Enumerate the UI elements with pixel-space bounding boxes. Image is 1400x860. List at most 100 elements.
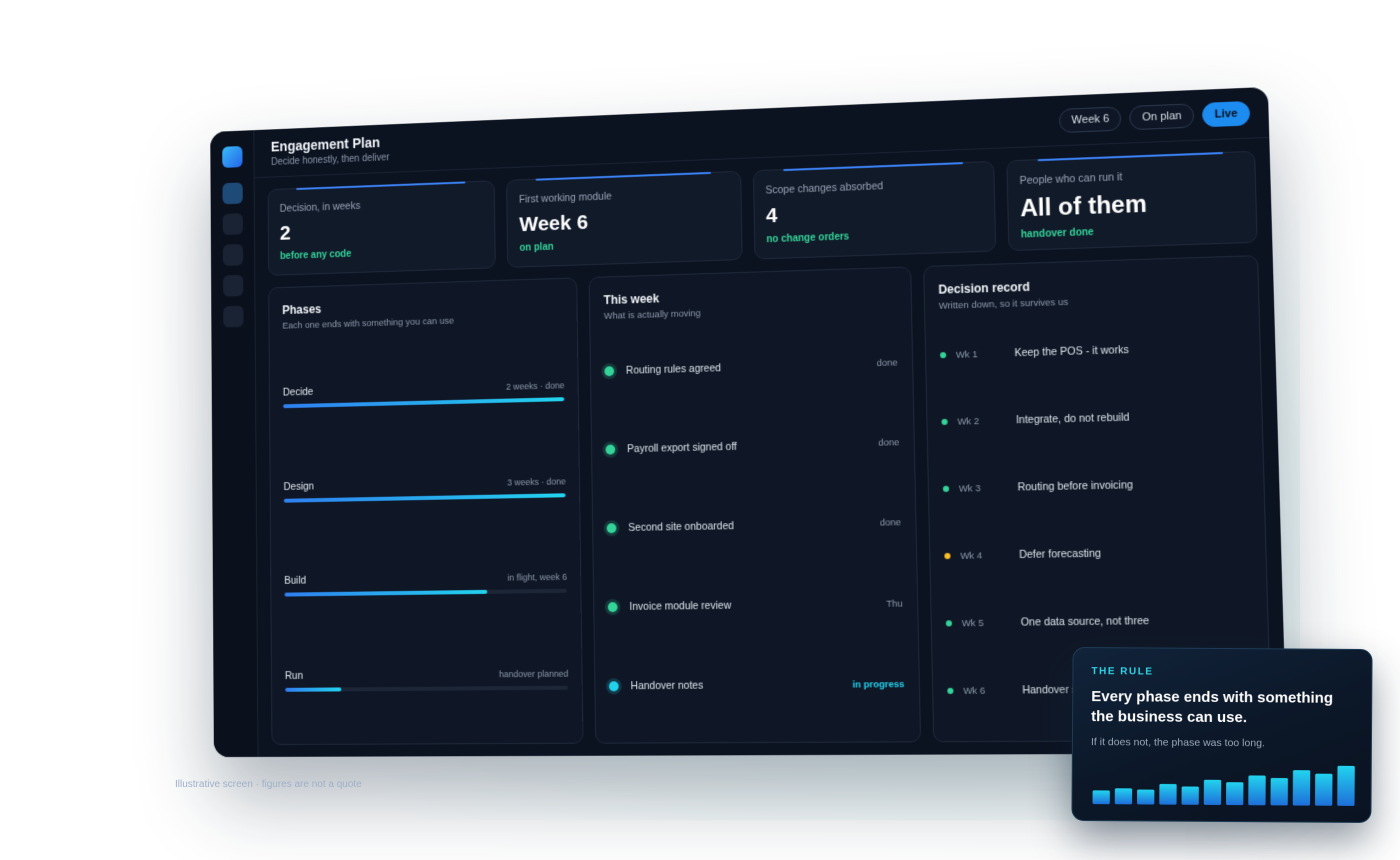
nav-item-2-icon[interactable] <box>222 213 243 236</box>
decision-text: Defer forecasting <box>1018 547 1102 562</box>
status-dot-icon <box>941 418 948 426</box>
list-item[interactable]: Wk 4 Defer forecasting <box>944 545 1251 562</box>
status-dot-icon <box>946 687 954 695</box>
stat-card-first-module: First working module Week 6 on plan <box>506 170 743 268</box>
phase-name: Design <box>283 480 315 493</box>
app-logo-icon[interactable] <box>221 146 243 168</box>
bar <box>1337 765 1355 806</box>
phase-progress-bar <box>285 685 569 692</box>
phase-item: Run handover planned <box>284 667 569 692</box>
status-text: Thu <box>886 598 903 610</box>
bar <box>1292 770 1311 806</box>
decision-week: Wk 5 <box>961 617 984 629</box>
status-text: done <box>878 437 900 450</box>
rule-headline: Every phase ends with something the busi… <box>1091 688 1334 727</box>
phase-name: Decide <box>282 386 314 399</box>
phase-progress-bar <box>283 493 566 503</box>
stat-value: Week 6 <box>519 211 589 237</box>
nav-item-dashboard-icon[interactable] <box>221 182 243 205</box>
stat-label: Decision, in weeks <box>279 200 361 215</box>
list-item[interactable]: Second site onboarded done <box>606 517 902 534</box>
status-text: in progress <box>852 678 905 691</box>
phase-name: Run <box>284 669 304 682</box>
stat-value: 2 <box>279 222 291 245</box>
phase-meta: in flight, week 6 <box>507 572 568 583</box>
rule-card: THE RULE Every phase ends with something… <box>1071 646 1373 824</box>
stat-note: no change orders <box>766 231 850 246</box>
nav-item-4-icon[interactable] <box>222 274 243 297</box>
stat-note: before any code <box>279 248 352 262</box>
stat-label: Scope changes absorbed <box>765 180 884 197</box>
status-dot-icon <box>604 365 615 376</box>
week-pill[interactable]: Week 6 <box>1059 105 1122 133</box>
stat-note: on plan <box>519 241 554 254</box>
decision-text: Routing before invoicing <box>1017 479 1134 494</box>
status-dot-icon <box>605 444 616 455</box>
list-item[interactable]: Routing rules agreed done <box>604 357 898 377</box>
phase-progress-bar <box>284 589 568 597</box>
phase-progress-bar <box>282 397 565 409</box>
status-dot-icon <box>609 681 620 692</box>
decision-week: Wk 6 <box>963 685 986 697</box>
list-item[interactable]: Handover notes in progress <box>609 678 905 693</box>
status-dot-icon <box>945 620 952 627</box>
list-item[interactable]: Invoice module review Thu <box>608 598 903 614</box>
decision-text: Keep the POS - it works <box>1014 343 1129 360</box>
live-pill[interactable]: Live <box>1201 100 1251 127</box>
week-list: Routing rules agreed done Payroll export… <box>604 313 905 726</box>
status-pills: Week 6 On plan Live <box>1059 100 1251 133</box>
bar <box>1270 777 1288 806</box>
stat-label: People who can run it <box>1019 171 1123 188</box>
rule-bar-chart <box>1092 764 1355 806</box>
stat-card-scope-changes: Scope changes absorbed 4 no change order… <box>752 160 997 260</box>
nav-rail <box>210 130 259 758</box>
nav-item-3-icon[interactable] <box>222 243 243 266</box>
bar <box>1159 784 1177 805</box>
decision-week: Wk 1 <box>955 348 978 361</box>
phase-item: Build in flight, week 6 <box>284 571 568 597</box>
phase-list: Decide 2 weeks · done Design 3 weeks · d… <box>282 323 569 728</box>
decision-week: Wk 4 <box>960 549 983 562</box>
page-subtitle: Decide honestly, then deliver <box>271 151 390 168</box>
decision-week: Wk 2 <box>957 415 980 428</box>
list-item[interactable]: Wk 1 Keep the POS - it works <box>939 341 1246 362</box>
status-dot-icon <box>944 552 951 560</box>
bar <box>1226 782 1244 806</box>
bar <box>1114 788 1133 805</box>
stat-label: First working module <box>518 190 612 206</box>
list-item[interactable]: Payroll export signed off done <box>605 437 900 456</box>
bar <box>1248 775 1266 806</box>
status-text: done <box>879 517 902 530</box>
bar <box>1203 779 1222 805</box>
stat-value: 4 <box>765 204 778 228</box>
phase-item: Decide 2 weeks · done <box>283 380 565 409</box>
stat-card-decision: Decision, in weeks 2 before any code <box>267 180 497 276</box>
status-dot-icon <box>606 523 617 534</box>
stat-value: All of them <box>1019 190 1148 223</box>
decision-text: Integrate, do not rebuild <box>1015 411 1130 427</box>
status-dot-icon <box>942 485 949 492</box>
rule-body: If it does not, the phase was too long. <box>1090 735 1265 749</box>
bar <box>1137 789 1155 805</box>
bar <box>1092 790 1110 805</box>
bar <box>1181 786 1199 805</box>
phase-name: Build <box>284 574 307 588</box>
rule-kicker: THE RULE <box>1091 666 1154 678</box>
stat-card-people: People who can run it All of them handov… <box>1006 150 1258 252</box>
phases-panel: Phases Each one ends with something you … <box>268 277 584 746</box>
list-item[interactable]: Wk 2 Integrate, do not rebuild <box>941 409 1247 428</box>
status-dot-icon <box>939 352 946 359</box>
stat-note: handover done <box>1020 226 1094 241</box>
status-dot-icon <box>608 602 618 613</box>
page-title: Engagement Plan <box>270 133 380 154</box>
decision-text: One data source, not three <box>1020 614 1150 629</box>
phase-item: Design 3 weeks · done <box>283 475 566 503</box>
list-item[interactable]: Wk 3 Routing before invoicing <box>942 477 1250 495</box>
bar-chart-svg <box>1092 765 1355 806</box>
nav-item-5-icon[interactable] <box>222 305 244 328</box>
phase-meta: handover planned <box>498 668 569 679</box>
on-plan-pill[interactable]: On plan <box>1129 102 1195 130</box>
bar <box>1314 773 1333 806</box>
list-item[interactable]: Wk 5 One data source, not three <box>945 614 1252 630</box>
footnote: Illustrative screen · figures are not a … <box>175 779 362 790</box>
